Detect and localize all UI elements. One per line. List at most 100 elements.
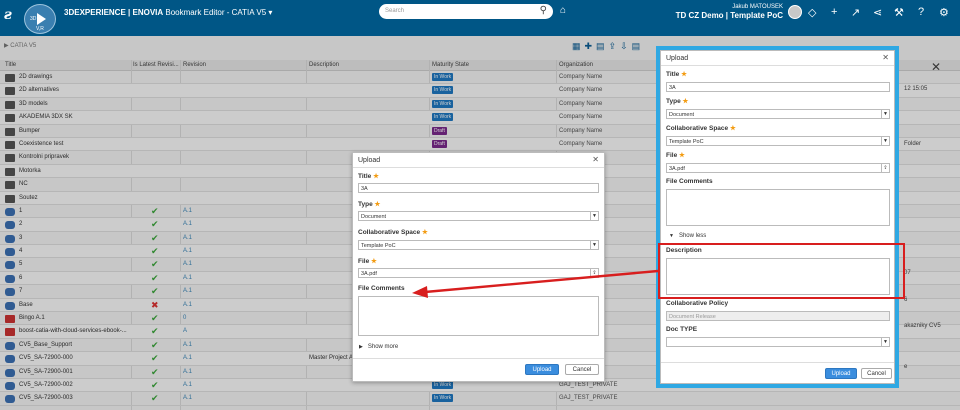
type-label: Type ★ [666, 97, 688, 105]
divider [353, 358, 604, 359]
comments-field[interactable] [666, 189, 890, 226]
comments-label: File Comments [666, 178, 713, 185]
type-label-text: Type [666, 98, 681, 105]
app-name: Bookmark Editor - CATIA V5 [165, 8, 267, 17]
required-icon: ★ [374, 201, 381, 208]
divider [661, 65, 894, 66]
description-field[interactable] [666, 258, 890, 295]
title-label: Title ★ [358, 172, 379, 180]
tag-icon[interactable]: ⌂ [560, 5, 566, 16]
close-icon[interactable]: ✕ [882, 53, 889, 62]
description-label: Description [666, 247, 702, 254]
file-label: File ★ [666, 151, 685, 159]
file-label-text: File [666, 152, 678, 159]
title-label: Title ★ [666, 70, 687, 78]
type-value: Document [361, 214, 387, 220]
type-value: Document [669, 112, 695, 118]
ds-logo-icon: ƨ [4, 7, 12, 23]
search-input[interactable]: Search [385, 8, 404, 14]
space-value: Template PoC [669, 139, 704, 145]
chevron-down-icon[interactable]: ▼ [881, 136, 889, 146]
add-icon[interactable]: + [831, 6, 837, 18]
caret-down-icon: ▼ [669, 233, 674, 239]
space-select[interactable]: Template PoC ▼ [358, 240, 599, 250]
show-more-toggle[interactable]: ▶ Show more [359, 344, 398, 350]
required-icon: ★ [681, 71, 687, 78]
caret-right-icon: ▶ [359, 344, 363, 350]
compass-left-label: 3D [30, 16, 37, 22]
chevron-down-icon[interactable]: ▼ [881, 337, 889, 347]
search-icon[interactable]: ⚲ [540, 5, 547, 16]
comments-label: File Comments [358, 285, 405, 292]
file-field[interactable]: 3A.pdf ⇪ [358, 268, 599, 278]
brand-label: 3DEXPERIENCE | ENOVIA [64, 8, 164, 17]
upload-icon[interactable]: ⇪ [881, 163, 889, 173]
user-info[interactable]: Jakub MATOUSEK TD CZ Demo | Template PoC [676, 4, 783, 20]
type-select[interactable]: Document ▼ [358, 211, 599, 221]
compass-icon[interactable]: 3D V,R [24, 4, 56, 34]
chevron-down-icon[interactable]: ▾ [268, 8, 272, 17]
upload-button[interactable]: Upload [525, 364, 559, 375]
space-select[interactable]: Template PoC ▼ [666, 136, 890, 146]
title-field[interactable]: 3A [358, 183, 599, 193]
required-icon: ★ [371, 258, 377, 265]
play-icon [37, 13, 46, 25]
dialog-title: Upload [666, 55, 689, 62]
settings-icon[interactable]: ⚙ [939, 6, 949, 19]
cancel-button[interactable]: Cancel [565, 364, 599, 375]
type-select[interactable]: Document ▼ [666, 109, 890, 119]
policy-label: Collaborative Policy [666, 300, 729, 307]
space-label-text: Collaborative Space [666, 125, 729, 132]
forward-icon[interactable]: ↗ [851, 6, 860, 19]
upload-dialog-expanded: Upload ✕ Title ★ 3A Type ★ Document ▼ Col… [660, 50, 895, 384]
show-less-label: Show less [678, 233, 707, 239]
required-icon: ★ [729, 125, 736, 132]
help-icon[interactable]: ? [918, 6, 924, 18]
space-label: Collaborative Space ★ [358, 228, 428, 236]
file-label-text: File [358, 258, 370, 265]
upload-button[interactable]: Upload [825, 368, 857, 379]
required-icon: ★ [682, 98, 689, 105]
doctype-label: Doc TYPE [666, 326, 698, 333]
required-icon: ★ [421, 229, 428, 236]
share-icon[interactable]: ⋖ [873, 6, 882, 19]
policy-field: Document Release [666, 311, 890, 321]
user-name: Jakub MATOUSEK [732, 4, 783, 10]
top-bar: ƨ 3D V,R 3DEXPERIENCE | ENOVIA Bookmark … [0, 0, 960, 36]
tools-icon[interactable]: ⚒ [894, 6, 904, 19]
cancel-button[interactable]: Cancel [861, 368, 892, 379]
context-name: TD CZ Demo | Template PoC [675, 11, 783, 20]
file-field[interactable]: 3A.pdf ⇪ [666, 163, 890, 173]
title-label-text: Title [358, 173, 372, 180]
show-more-label: Show more [367, 344, 399, 350]
doctype-select[interactable]: ▼ [666, 337, 890, 347]
compass-version-label: V,R [36, 26, 44, 32]
chevron-down-icon[interactable]: ▼ [590, 240, 598, 250]
search-field[interactable]: Search ⚲ [379, 4, 553, 19]
space-label-text: Collaborative Space [358, 229, 421, 236]
chevron-down-icon[interactable]: ▼ [881, 109, 889, 119]
required-icon: ★ [679, 152, 685, 159]
tag-icon[interactable]: ◇ [808, 6, 816, 19]
divider [353, 167, 604, 168]
title-label-text: Title [666, 71, 680, 78]
chevron-down-icon[interactable]: ▼ [590, 211, 598, 221]
divider [661, 362, 894, 363]
app-title: 3DEXPERIENCE | ENOVIA Bookmark Editor - … [64, 8, 272, 17]
dialog-title: Upload [358, 157, 381, 164]
comments-field[interactable] [358, 296, 599, 336]
file-value: 3A.pdf [669, 166, 685, 172]
show-less-toggle[interactable]: ▼ Show less [669, 233, 706, 239]
required-icon: ★ [373, 173, 379, 180]
close-icon[interactable]: ✕ [592, 155, 599, 164]
space-label: Collaborative Space ★ [666, 124, 736, 132]
upload-icon[interactable]: ⇪ [590, 268, 598, 278]
type-label-text: Type [358, 201, 373, 208]
title-field[interactable]: 3A [666, 82, 890, 92]
space-value: Template PoC [361, 243, 396, 249]
file-value: 3A.pdf [361, 271, 377, 277]
type-label: Type ★ [358, 200, 380, 208]
avatar[interactable] [788, 5, 802, 19]
file-label: File ★ [358, 257, 377, 265]
upload-dialog: Upload ✕ Title ★ 3A Type ★ Document ▼ Col… [352, 152, 605, 382]
